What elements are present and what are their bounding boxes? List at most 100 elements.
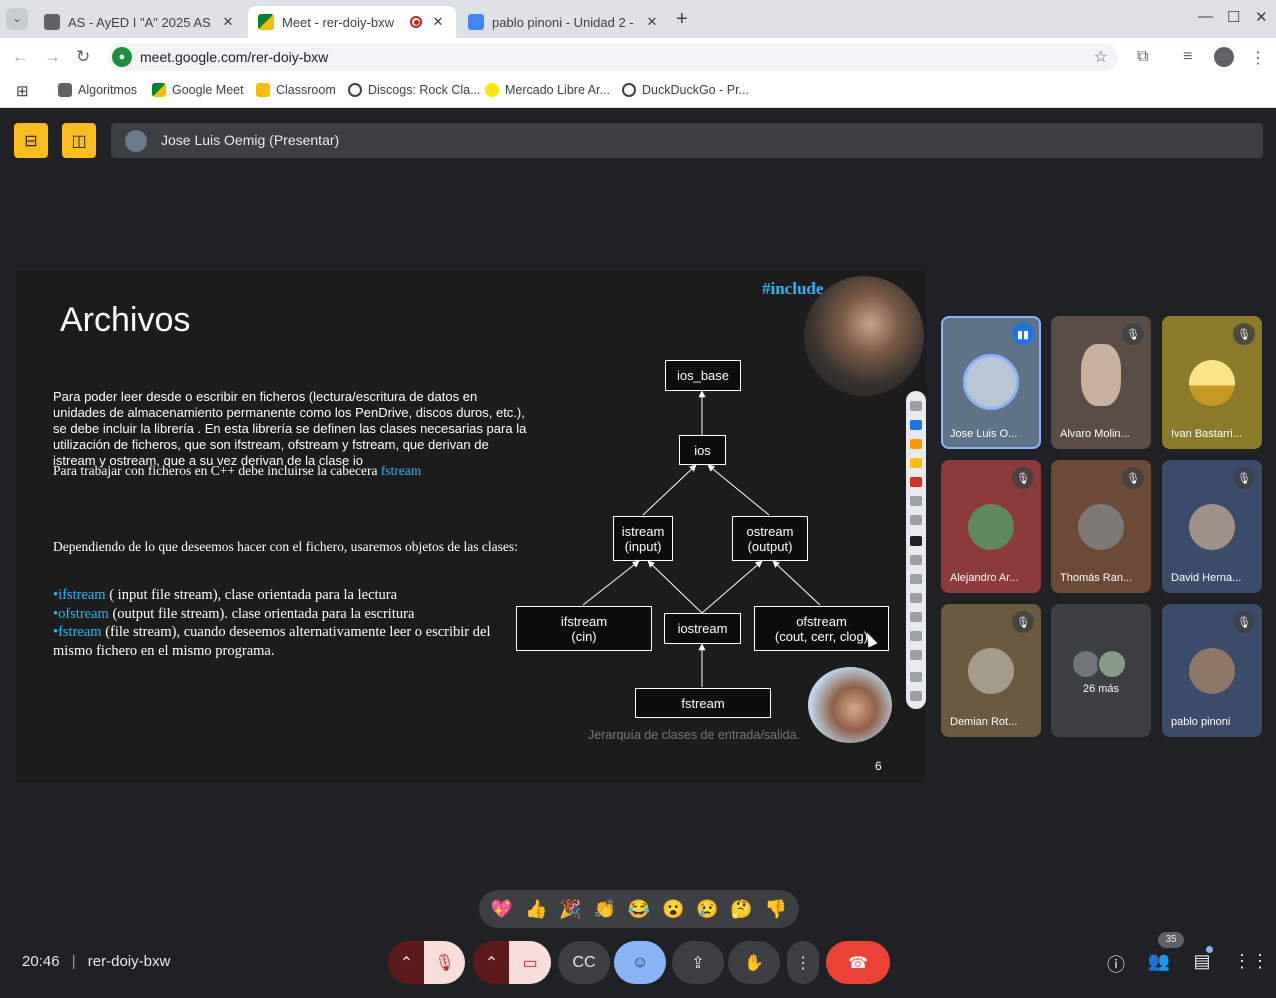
captions-button[interactable]: CC bbox=[558, 941, 610, 984]
participant-tile[interactable]: 🎙 pablo pinoni bbox=[1162, 604, 1262, 737]
mic-off-icon: 🎙 bbox=[1012, 611, 1034, 633]
tab-docs[interactable]: pablo pinoni - Unidad 2 - Pa ✕ bbox=[458, 6, 670, 38]
diagram-box-ios-base: ios_base bbox=[665, 360, 741, 391]
camera-off-button[interactable]: ▭ bbox=[509, 941, 551, 984]
new-tab-button[interactable]: + bbox=[676, 8, 688, 31]
docs-icon bbox=[468, 14, 484, 30]
reaction-joy[interactable]: 😂 bbox=[624, 899, 654, 920]
present-screen-button[interactable]: ⇪ bbox=[672, 941, 724, 984]
reaction-clapping[interactable]: 👏 bbox=[590, 899, 620, 920]
image-icon[interactable] bbox=[910, 631, 922, 641]
reaction-thumbs-up[interactable]: 👍 bbox=[521, 899, 551, 920]
speaking-indicator-icon: ▮▮ bbox=[1012, 323, 1034, 345]
pointer-icon[interactable] bbox=[910, 536, 922, 546]
screenshot-icon[interactable] bbox=[910, 650, 922, 660]
microphone-off-button[interactable]: 🎙 bbox=[424, 941, 465, 984]
diagram-box-iostream: iostream bbox=[664, 613, 741, 644]
activities-icon[interactable]: ⋮⋮ bbox=[1233, 951, 1269, 972]
reaction-sparkling-heart[interactable]: 💖 bbox=[487, 899, 517, 920]
profile-avatar[interactable] bbox=[1214, 47, 1234, 67]
raise-hand-button[interactable]: ✋ bbox=[728, 941, 780, 984]
red-pen-icon[interactable] bbox=[910, 477, 922, 487]
mercadolibre-icon bbox=[485, 83, 499, 97]
bookmark-duckduckgo[interactable]: DuckDuckGo - Pr... bbox=[622, 83, 749, 97]
close-icon[interactable]: ✕ bbox=[220, 14, 236, 30]
avatar bbox=[1189, 360, 1235, 406]
microphone-in-use-icon[interactable]: ● bbox=[112, 47, 132, 67]
tab-classroom[interactable]: AS - AyED I "A" 2025 AS - Al ✕ bbox=[34, 6, 246, 38]
close-icon[interactable]: ✕ bbox=[644, 14, 660, 30]
bookmark-classroom[interactable]: Classroom bbox=[256, 83, 336, 97]
bookmark-discogs[interactable]: Discogs: Rock Cla... bbox=[348, 83, 481, 97]
stamp-icon[interactable] bbox=[910, 496, 922, 506]
reaction-thumbs-down[interactable]: 👎 bbox=[761, 899, 791, 920]
shape-icon[interactable] bbox=[910, 555, 922, 565]
tab-title: pablo pinoni - Unidad 2 - Pa bbox=[492, 14, 636, 30]
marker-icon[interactable] bbox=[910, 458, 922, 468]
bookmarks-bar: ⊞ Algoritmos Google Meet Classroom Disco… bbox=[0, 76, 1276, 108]
avatar bbox=[1189, 648, 1235, 694]
close-icon[interactable]: ✕ bbox=[430, 14, 446, 30]
tool-icon[interactable] bbox=[910, 401, 922, 411]
extensions-icon[interactable]: ⧉ bbox=[1137, 48, 1148, 66]
reactions-button[interactable]: ☺ bbox=[614, 941, 666, 984]
presenter-bar[interactable]: Jose Luis Oemig (Presentar) bbox=[111, 123, 1263, 158]
menu-icon[interactable]: ⋮ bbox=[1250, 48, 1266, 68]
redo-icon[interactable] bbox=[910, 593, 922, 603]
minimize-icon[interactable]: — bbox=[1198, 8, 1213, 25]
camera-options-chevron-icon[interactable]: ⌃ bbox=[473, 941, 510, 984]
mic-options-chevron-icon[interactable]: ⌃ bbox=[388, 941, 425, 984]
bookmark-google-meet[interactable]: Google Meet bbox=[152, 83, 244, 97]
diagram-label: ostream bbox=[746, 523, 794, 539]
more-options-button[interactable]: ⋮ bbox=[787, 941, 819, 984]
undo-icon[interactable] bbox=[910, 574, 922, 584]
window-close-icon[interactable]: ✕ bbox=[1255, 8, 1268, 26]
diagram-label: iostream bbox=[677, 621, 728, 636]
mic-off-icon: 🎙 bbox=[1233, 611, 1255, 633]
tab-meet[interactable]: Meet - rer-doiy-bxw ✕ bbox=[248, 6, 456, 38]
bookmark-star-icon[interactable]: ☆ bbox=[1094, 47, 1108, 67]
diagram-label: fstream bbox=[681, 695, 725, 711]
clock-time: 20:46 bbox=[22, 953, 60, 970]
participant-tile[interactable]: 🎙 Alvaro Molin... bbox=[1051, 316, 1151, 449]
media-control-icon[interactable]: ≡ bbox=[1183, 48, 1192, 66]
bookmark-algoritmos[interactable]: Algoritmos bbox=[58, 83, 137, 97]
tab-search-button[interactable]: ⌄ bbox=[6, 8, 28, 30]
layout-icon[interactable]: ◫ bbox=[62, 123, 96, 158]
pen-tool-icon[interactable] bbox=[910, 420, 922, 430]
apps-grid-icon[interactable]: ⊞ bbox=[16, 82, 29, 100]
more-participants-tile[interactable]: 26 más bbox=[1051, 604, 1151, 737]
people-icon[interactable]: 👥 bbox=[1147, 951, 1171, 972]
camera-tool-icon[interactable] bbox=[910, 672, 922, 682]
bookmark-mercado-libre[interactable]: Mercado Libre Ar... bbox=[485, 83, 610, 97]
participant-tile[interactable]: ▮▮ Jose Luis O... bbox=[941, 316, 1041, 449]
maximize-icon[interactable]: ☐ bbox=[1227, 8, 1240, 26]
tab-title: AS - AyED I "A" 2025 AS - Al bbox=[68, 14, 212, 30]
meeting-details-icon[interactable]: ⓘ bbox=[1104, 951, 1128, 977]
reaction-sad[interactable]: 😢 bbox=[692, 899, 722, 920]
reload-icon[interactable]: ↻ bbox=[76, 47, 90, 67]
address-bar[interactable]: ● meet.google.com/rer-doiy-bxw ☆ bbox=[108, 43, 1118, 71]
eraser-icon[interactable] bbox=[910, 515, 922, 525]
chat-icon[interactable]: ▤ bbox=[1190, 951, 1214, 972]
delete-icon[interactable] bbox=[910, 612, 922, 622]
annotation-toolbar[interactable] bbox=[906, 391, 926, 709]
reaction-surprised[interactable]: 😮 bbox=[658, 899, 688, 920]
participant-tile[interactable]: 🎙 Thomás Ran... bbox=[1051, 460, 1151, 593]
participant-tile[interactable]: 🎙 David Herna... bbox=[1162, 460, 1262, 593]
reaction-party-popper[interactable]: 🎉 bbox=[556, 899, 586, 920]
forward-icon[interactable]: → bbox=[44, 47, 61, 67]
avatar bbox=[125, 130, 147, 152]
participant-tile[interactable]: 🎙 Demian Rot... bbox=[941, 604, 1041, 737]
participant-tile[interactable]: 🎙 Ivan Bastarri... bbox=[1162, 316, 1262, 449]
stop-presenting-icon[interactable]: ⊟ bbox=[14, 123, 48, 158]
collapse-icon[interactable] bbox=[910, 691, 922, 701]
tab-title: Meet - rer-doiy-bxw bbox=[282, 14, 394, 30]
mic-off-icon: 🎙 bbox=[1233, 467, 1255, 489]
highlighter-icon[interactable] bbox=[910, 439, 922, 449]
back-icon[interactable]: ← bbox=[12, 47, 29, 67]
participant-tile[interactable]: 🎙 Alejandro Ar... bbox=[941, 460, 1041, 593]
diagram-label: (output) bbox=[747, 538, 793, 554]
reaction-thinking[interactable]: 🤔 bbox=[727, 899, 757, 920]
leave-call-button[interactable]: ☎ bbox=[826, 941, 890, 984]
